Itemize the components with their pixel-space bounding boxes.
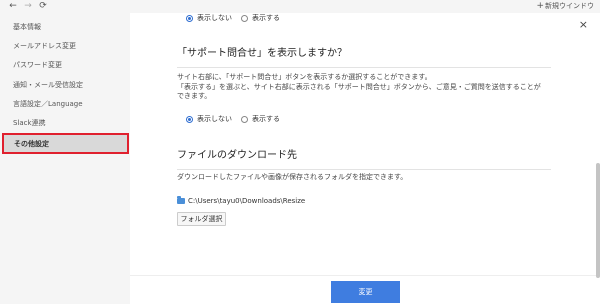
- download-path: C:\Users\tayu0\Downloads\Resize: [177, 195, 305, 206]
- download-section-title: ファイルのダウンロード先: [177, 149, 551, 170]
- radio-label: 表示する: [252, 115, 280, 123]
- select-folder-button[interactable]: フォルダ選択: [177, 212, 226, 226]
- radio-hide-support[interactable]: [186, 116, 193, 123]
- support-description: サイト右部に、「サポート問合せ」ボタンを表示するか選択することができます。 「表…: [177, 73, 557, 102]
- close-icon[interactable]: ×: [579, 19, 588, 31]
- sidebar-item-email-change[interactable]: メールアドレス変更: [0, 37, 130, 56]
- sidebar-item-password-change[interactable]: パスワード変更: [0, 56, 130, 75]
- sidebar-item-notifications[interactable]: 通知・メール受信設定: [0, 76, 130, 95]
- support-radio-group: 表示しない 表示する: [186, 114, 289, 125]
- support-desc-line3: できます。: [177, 92, 212, 100]
- radio-hide-top[interactable]: [186, 15, 193, 22]
- settings-panel: × 表示しない 表示する 「サポート問合せ」を表示しますか？ サイト右部に、「サ…: [130, 13, 600, 304]
- back-icon[interactable]: ←: [6, 0, 20, 13]
- download-description: ダウンロードしたファイルや画像が保存されるフォルダを指定できます。: [177, 173, 408, 181]
- support-desc-line2: 「表示する」を選ぶと、サイト右部に表示される「サポート問合せ」ボタンから、ご意見…: [177, 82, 541, 91]
- plus-icon: +: [536, 1, 544, 11]
- support-section-title: 「サポート問合せ」を表示しますか？: [177, 47, 551, 68]
- support-desc-line1: サイト右部に、「サポート問合せ」ボタンを表示するか選択することができます。: [177, 73, 432, 81]
- top-radio-group: 表示しない 表示する: [186, 13, 289, 24]
- radio-show-top[interactable]: [241, 15, 248, 22]
- forward-icon[interactable]: →: [21, 0, 35, 13]
- scrollbar[interactable]: [595, 13, 600, 304]
- sidebar-item-slack[interactable]: Slack連携: [0, 114, 130, 133]
- new-window-button[interactable]: +新規ウインドウ: [536, 0, 594, 13]
- sidebar-item-basic-info[interactable]: 基本情報: [0, 18, 130, 37]
- sidebar-item-other-settings[interactable]: その他設定: [2, 133, 129, 154]
- submit-change-button[interactable]: 変更: [331, 281, 400, 303]
- reload-icon[interactable]: ⟳: [36, 0, 50, 13]
- browser-toolbar: ← → ⟳ +新規ウインドウ: [0, 0, 600, 13]
- sidebar-item-language[interactable]: 言語設定／Language: [0, 95, 130, 114]
- radio-label: 表示する: [252, 14, 280, 22]
- form-footer: 変更: [130, 275, 600, 304]
- radio-show-support[interactable]: [241, 116, 248, 123]
- download-path-text: C:\Users\tayu0\Downloads\Resize: [188, 196, 306, 205]
- radio-label: 表示しない: [197, 115, 232, 123]
- radio-label: 表示しない: [197, 14, 232, 22]
- settings-sidebar: 基本情報 メールアドレス変更 パスワード変更 通知・メール受信設定 言語設定／L…: [0, 13, 130, 304]
- scrollbar-thumb[interactable]: [596, 163, 600, 278]
- new-window-label: 新規ウインドウ: [545, 2, 594, 10]
- folder-icon: [177, 195, 185, 204]
